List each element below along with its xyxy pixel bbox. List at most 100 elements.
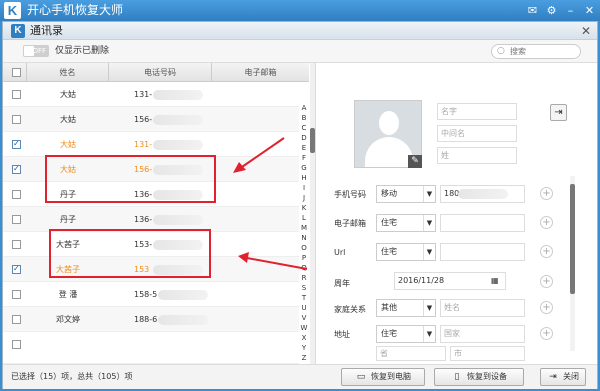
annotation-arrow — [233, 137, 285, 173]
row-checkbox[interactable] — [12, 164, 21, 174]
restore-to-device-label: 恢复到设备 — [467, 372, 507, 381]
alpha-letter[interactable]: H — [299, 173, 309, 183]
alpha-letter[interactable]: S — [299, 283, 309, 293]
city-field[interactable]: 市 — [450, 346, 525, 361]
alpha-letter[interactable]: T — [299, 293, 309, 303]
alpha-letter[interactable]: N — [299, 233, 309, 243]
alpha-letter[interactable]: A — [299, 103, 309, 113]
dialog-footer: 已选择（15）项，总共（105）项 ▭ 恢复到电脑 ▯ 恢复到设备 ⇥ 关闭 — [3, 364, 597, 389]
blurred-number — [153, 215, 203, 225]
close-button[interactable]: ⇥ 关闭 — [540, 368, 586, 386]
alpha-letter[interactable]: F — [299, 153, 309, 163]
city-placeholder: 市 — [454, 349, 462, 358]
anniversary-date-field[interactable]: 2016/11/28 ▦ — [394, 272, 506, 290]
add-address-icon[interactable]: + — [540, 327, 553, 340]
first-name-field[interactable]: 名字 — [437, 103, 517, 120]
province-field[interactable]: 省 — [376, 346, 446, 361]
row-checkbox[interactable] — [12, 315, 21, 324]
search-input[interactable] — [510, 45, 578, 58]
table-row[interactable]: 大姑 156- — [3, 107, 299, 132]
export-contact-button[interactable]: ⇥ — [550, 104, 567, 121]
alpha-letter[interactable]: X — [299, 333, 309, 343]
header-name[interactable]: 姓名 — [27, 63, 109, 82]
calendar-icon[interactable]: ▦ — [491, 275, 502, 286]
table-header: 姓名 电话号码 电子邮箱 — [3, 63, 309, 82]
blurred-number — [153, 140, 203, 150]
alpha-letter[interactable]: V — [299, 313, 309, 323]
table-row[interactable] — [3, 332, 299, 364]
detail-scrollbar-thumb[interactable] — [570, 184, 575, 294]
url-value-field[interactable] — [440, 243, 525, 261]
row-checkbox[interactable] — [12, 190, 21, 199]
row-checkbox[interactable] — [12, 215, 21, 224]
blurred-number — [158, 315, 208, 325]
close-icon[interactable]: ✕ — [583, 4, 596, 17]
relation-name-field[interactable]: 姓名 — [440, 299, 525, 317]
dialog-close-icon[interactable]: ✕ — [581, 23, 591, 39]
detail-scrollbar[interactable] — [570, 176, 575, 351]
relation-type-select[interactable]: 其他 ▼ — [376, 299, 436, 317]
table-row[interactable]: 大姑 131- — [3, 82, 299, 107]
deleted-only-toggle[interactable]: OFF — [23, 45, 49, 57]
alpha-letter[interactable]: C — [299, 123, 309, 133]
email-value-field[interactable] — [440, 214, 525, 232]
row-checkbox[interactable] — [12, 115, 21, 124]
add-email-icon[interactable]: + — [540, 216, 553, 229]
row-checkbox[interactable] — [12, 290, 21, 299]
restore-to-pc-button[interactable]: ▭ 恢复到电脑 — [341, 368, 425, 386]
address-type-select[interactable]: 住宅 ▼ — [376, 325, 436, 343]
wechat-icon[interactable]: ✉ — [526, 4, 539, 17]
row-checkbox[interactable] — [12, 139, 21, 149]
contact-detail-panel: ✎ 名字 中间名 姓 ⇥ 手机号码 移动 ▼ 180- + 电子邮箱 住宅 ▼ … — [315, 63, 597, 364]
alpha-letter[interactable]: W — [299, 323, 309, 333]
last-name-field[interactable]: 姓 — [437, 147, 517, 164]
alpha-letter[interactable]: K — [299, 203, 309, 213]
avatar-body — [365, 137, 413, 167]
add-relation-icon[interactable]: + — [540, 301, 553, 314]
row-checkbox[interactable] — [12, 264, 21, 274]
anniversary-label: 周年 — [334, 279, 350, 288]
alpha-letter[interactable]: D — [299, 133, 309, 143]
row-checkbox[interactable] — [12, 240, 21, 249]
alpha-letter[interactable]: L — [299, 213, 309, 223]
alpha-letter[interactable]: U — [299, 303, 309, 313]
table-row[interactable]: 邓文婷 188-6 — [3, 307, 299, 332]
url-type-select[interactable]: 住宅 ▼ — [376, 243, 436, 261]
middle-name-field[interactable]: 中间名 — [437, 125, 517, 142]
alpha-letter[interactable]: E — [299, 143, 309, 153]
alpha-letter[interactable]: G — [299, 163, 309, 173]
selection-status: 已选择（15）项，总共（105）项 — [11, 372, 133, 381]
add-mobile-icon[interactable]: + — [540, 187, 553, 200]
titlebar-controls: ✉ ⚙ – ✕ — [526, 3, 596, 18]
alpha-letter[interactable]: M — [299, 223, 309, 233]
contacts-dialog: K 通讯录 ✕ OFF 仅显示已删除 ○ 姓名 电话号码 电子邮箱 — [2, 21, 598, 389]
annotation-arrow — [238, 252, 308, 270]
alpha-letter[interactable]: I — [299, 183, 309, 193]
mobile-type-select[interactable]: 移动 ▼ — [376, 185, 436, 203]
row-checkbox[interactable] — [12, 340, 21, 349]
email-type-select[interactable]: 住宅 ▼ — [376, 214, 436, 232]
alpha-letter[interactable]: J — [299, 193, 309, 203]
minimize-icon[interactable]: – — [564, 4, 577, 17]
header-phone[interactable]: 电话号码 — [109, 63, 212, 82]
alpha-letter[interactable]: Y — [299, 343, 309, 353]
restore-to-device-button[interactable]: ▯ 恢复到设备 — [434, 368, 524, 386]
header-email[interactable]: 电子邮箱 — [212, 63, 309, 82]
add-url-icon[interactable]: + — [540, 245, 553, 258]
email-type-value: 住宅 — [381, 218, 397, 227]
row-checkbox[interactable] — [12, 90, 21, 99]
app-titlebar: K 开心手机恢复大师 ✉ ⚙ – ✕ — [0, 0, 600, 21]
mobile-label: 手机号码 — [334, 190, 366, 199]
highlight-box — [45, 155, 216, 203]
search-icon: ○ — [497, 46, 505, 56]
country-field[interactable]: 国家 — [440, 325, 525, 343]
edit-avatar-icon[interactable]: ✎ — [408, 155, 422, 168]
table-row[interactable]: 登 潘 158-5 — [3, 282, 299, 307]
contact-phone: 156- — [134, 115, 153, 124]
select-all-checkbox[interactable] — [12, 68, 21, 77]
gear-icon[interactable]: ⚙ — [545, 4, 558, 17]
chevron-down-icon: ▼ — [423, 326, 435, 342]
alpha-letter[interactable]: Z — [299, 353, 309, 363]
add-date-icon[interactable]: + — [540, 275, 553, 288]
alpha-letter[interactable]: B — [299, 113, 309, 123]
